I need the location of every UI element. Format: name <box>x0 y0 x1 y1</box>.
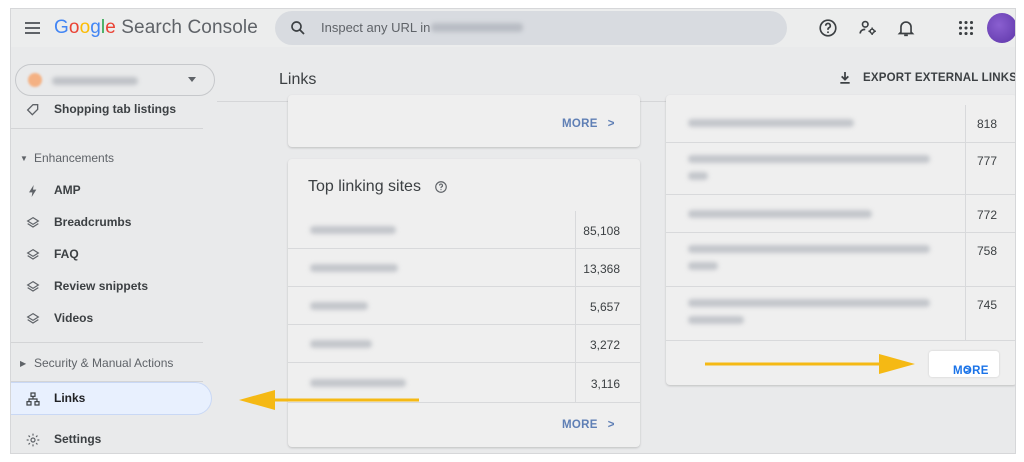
divider <box>11 342 203 343</box>
apps-grid-icon[interactable] <box>955 17 977 39</box>
redacted-url <box>688 172 708 180</box>
help-icon[interactable] <box>817 17 839 39</box>
divider <box>11 128 203 129</box>
export-label: EXPORT EXTERNAL LINKS <box>863 72 1016 84</box>
table-row[interactable]: 818 <box>666 105 1015 143</box>
sitemap-icon <box>26 392 40 406</box>
redacted-url <box>688 316 744 324</box>
help-icon[interactable] <box>434 180 448 194</box>
tag-icon <box>26 104 39 116</box>
page-title: Links <box>279 71 317 88</box>
sidebar-item-settings[interactable]: Settings <box>11 425 217 453</box>
sidebar-item-label: FAQ <box>54 247 79 261</box>
link-count: 5,657 <box>589 300 620 314</box>
sidebar-item-review-snippets[interactable]: Review snippets <box>11 272 217 302</box>
table-row[interactable]: 3,272 <box>288 325 640 363</box>
redacted-url <box>688 155 930 163</box>
sidebar-item-label: Review snippets <box>54 279 149 293</box>
link-count: 13,368 <box>583 262 620 276</box>
sidebar-item-label: Settings <box>54 432 102 446</box>
card-title: Top linking sites <box>308 178 421 195</box>
layers-icon <box>26 216 40 228</box>
redacted-site <box>310 340 372 348</box>
more-button[interactable]: MORE > <box>562 419 615 431</box>
download-icon <box>840 72 850 84</box>
table-row[interactable]: 772 <box>666 195 1015 233</box>
link-count: 85,108 <box>583 224 620 238</box>
redacted-site <box>310 379 406 387</box>
gear-icon <box>26 433 40 447</box>
layers-icon <box>26 280 40 292</box>
redacted-url <box>688 210 872 218</box>
redacted-url <box>688 245 930 253</box>
notifications-icon[interactable] <box>895 17 917 39</box>
search-placeholder: Inspect any URL in <box>321 20 431 35</box>
link-count: 772 <box>976 208 997 222</box>
app-logo[interactable]: Google Search Console <box>54 17 258 39</box>
manage-users-icon[interactable] <box>857 17 879 39</box>
redacted-url <box>688 119 854 127</box>
chevron-right-icon: > <box>964 365 972 377</box>
more-button[interactable]: MORE > <box>562 118 615 130</box>
links-card-partial: MORE > <box>288 95 640 147</box>
sidebar-item-faq[interactable]: FAQ <box>11 240 217 270</box>
redacted-url <box>688 262 718 270</box>
divider <box>11 381 203 382</box>
property-favicon <box>28 73 42 87</box>
link-count: 758 <box>976 244 997 258</box>
redacted-site <box>310 264 398 272</box>
redacted-property-name <box>52 77 138 85</box>
table-row[interactable]: 777 <box>666 143 1015 195</box>
redacted-domain <box>431 23 523 32</box>
table-row[interactable]: 758 <box>666 233 1015 287</box>
avatar[interactable] <box>987 13 1015 43</box>
table-row[interactable]: 85,108 <box>288 211 640 249</box>
sidebar-section-label: Enhancements <box>34 151 115 165</box>
sidebar: Shopping tab listings ▼ Enhancements AMP… <box>11 47 217 453</box>
url-inspection-search[interactable]: Inspect any URL in <box>275 11 787 45</box>
link-count: 818 <box>976 117 997 131</box>
caret-right-icon: ▶ <box>20 359 27 368</box>
sidebar-section-security-manual-actions[interactable]: ▶ Security & Manual Actions <box>11 351 217 375</box>
annotation-arrow-left-icon <box>239 390 419 410</box>
top-bar: Google Search Console Inspect any URL in <box>11 9 1015 47</box>
app-window: Google Search Console Inspect any URL in… <box>10 8 1016 454</box>
link-count: 3,116 <box>590 377 620 391</box>
redacted-site <box>310 302 368 310</box>
link-count: 745 <box>976 298 997 312</box>
search-icon <box>291 21 305 35</box>
link-count: 3,272 <box>589 338 620 352</box>
caret-down-icon: ▼ <box>20 154 28 163</box>
table-row[interactable]: 13,368 <box>288 249 640 287</box>
layers-icon <box>26 312 40 324</box>
sidebar-item-shopping-tab-listings[interactable]: Shopping tab listings <box>11 100 217 130</box>
sidebar-item-label: AMP <box>54 183 81 197</box>
table-row[interactable]: 5,657 <box>288 287 640 325</box>
annotation-arrow-right-icon <box>705 354 915 374</box>
chevron-right-icon: > <box>607 419 615 431</box>
sidebar-item-label: Links <box>54 391 86 405</box>
redacted-url <box>688 299 930 307</box>
menu-icon[interactable] <box>23 18 43 38</box>
chevron-right-icon: > <box>607 118 615 130</box>
layers-icon <box>26 248 40 260</box>
sidebar-item-links[interactable]: Links <box>11 383 211 414</box>
sidebar-section-enhancements[interactable]: ▼ Enhancements <box>11 146 217 170</box>
redacted-site <box>310 226 396 234</box>
table-row[interactable]: 745 <box>666 287 1015 341</box>
top-linked-pages-card: 818 777 772 758 745 <box>666 95 1015 385</box>
sidebar-section-label: Security & Manual Actions <box>34 356 174 370</box>
sidebar-item-videos[interactable]: Videos <box>11 304 217 334</box>
sidebar-item-label: Videos <box>54 311 94 325</box>
property-selector[interactable] <box>15 64 215 96</box>
sidebar-item-label: Breadcrumbs <box>54 215 132 229</box>
sidebar-item-breadcrumbs[interactable]: Breadcrumbs <box>11 208 217 238</box>
sidebar-item-label: Shopping tab listings <box>54 102 176 116</box>
more-button-highlighted[interactable]: MORE > <box>929 351 999 377</box>
bolt-icon <box>29 185 37 197</box>
sidebar-item-amp[interactable]: AMP <box>11 176 217 206</box>
link-count: 777 <box>976 154 997 168</box>
chevron-down-icon <box>188 77 196 82</box>
